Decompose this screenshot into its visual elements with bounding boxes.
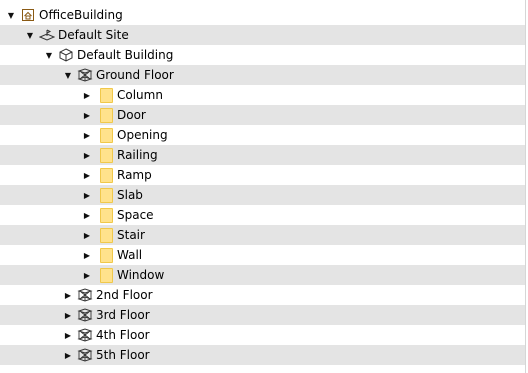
expand-toggle-icon[interactable]: ▶ (63, 325, 73, 345)
expand-toggle-icon[interactable]: ▼ (6, 5, 16, 25)
model-tree: ▼ OfficeBuilding ▼ Default Site ▼ Defaul… (0, 0, 526, 373)
tree-row-category[interactable]: ▶ Door (0, 105, 525, 125)
storey-icon (77, 67, 93, 83)
tree-label-category: Window (117, 268, 165, 282)
tree-label-ground-floor: Ground Floor (96, 68, 174, 82)
tree-label-floor: 5th Floor (96, 348, 150, 362)
site-icon (39, 27, 55, 43)
folder-icon (98, 226, 114, 244)
tree-row-floor[interactable]: ▶ 3rd Floor (0, 305, 525, 325)
tree-row-category[interactable]: ▶ Ramp (0, 165, 525, 185)
tree-row-site[interactable]: ▼ Default Site (0, 25, 525, 45)
tree-label-category: Opening (117, 128, 168, 142)
expand-toggle-icon[interactable]: ▶ (82, 85, 92, 105)
expand-toggle-icon[interactable]: ▶ (82, 205, 92, 225)
tree-label-floor: 4th Floor (96, 328, 150, 342)
tree-label-category: Space (117, 208, 154, 222)
tree-label-category: Wall (117, 248, 143, 262)
tree-label-floor: 2nd Floor (96, 288, 153, 302)
tree-label-category: Column (117, 88, 163, 102)
tree-row-category[interactable]: ▶ Slab (0, 185, 525, 205)
storey-icon (77, 347, 93, 363)
tree-row-floor[interactable]: ▶ 4th Floor (0, 325, 525, 345)
expand-toggle-icon[interactable]: ▶ (82, 125, 92, 145)
tree-row-category[interactable]: ▶ Railing (0, 145, 525, 165)
storey-icon (77, 327, 93, 343)
tree-label-floor: 3rd Floor (96, 308, 150, 322)
tree-label-root: OfficeBuilding (39, 8, 123, 22)
expand-toggle-icon[interactable]: ▶ (82, 245, 92, 265)
expand-toggle-icon[interactable]: ▶ (63, 305, 73, 325)
tree-row-category[interactable]: ▶ Window (0, 265, 525, 285)
tree-row-category[interactable]: ▶ Column (0, 85, 525, 105)
tree-label-building: Default Building (77, 48, 174, 62)
tree-row-root[interactable]: ▼ OfficeBuilding (0, 5, 525, 25)
tree-row-category[interactable]: ▶ Stair (0, 225, 525, 245)
expand-toggle-icon[interactable]: ▼ (25, 25, 35, 45)
folder-icon (98, 166, 114, 184)
folder-icon (98, 206, 114, 224)
tree-row-category[interactable]: ▶ Wall (0, 245, 525, 265)
tree-label-category: Door (117, 108, 146, 122)
tree-label-site: Default Site (58, 28, 129, 42)
folder-icon (98, 266, 114, 284)
tree-row-ground-floor[interactable]: ▼ Ground Floor (0, 65, 525, 85)
tree-row-floor[interactable]: ▶ 5th Floor (0, 345, 525, 365)
expand-toggle-icon[interactable]: ▶ (82, 265, 92, 285)
tree-label-category: Railing (117, 148, 158, 162)
folder-icon (98, 86, 114, 104)
folder-icon (98, 146, 114, 164)
folder-icon (98, 126, 114, 144)
tree-label-category: Slab (117, 188, 143, 202)
tree-row-building[interactable]: ▼ Default Building (0, 45, 525, 65)
expand-toggle-icon[interactable]: ▶ (82, 165, 92, 185)
expand-toggle-icon[interactable]: ▶ (82, 185, 92, 205)
folder-icon (98, 246, 114, 264)
tree-row-floor[interactable]: ▶ 2nd Floor (0, 285, 525, 305)
expand-toggle-icon[interactable]: ▼ (63, 65, 73, 85)
expand-toggle-icon[interactable]: ▼ (44, 45, 54, 65)
folder-icon (98, 106, 114, 124)
expand-toggle-icon[interactable]: ▶ (82, 225, 92, 245)
cube-icon (58, 47, 74, 63)
building-icon (20, 7, 36, 23)
tree-label-category: Ramp (117, 168, 152, 182)
expand-toggle-icon[interactable]: ▶ (63, 345, 73, 365)
expand-toggle-icon[interactable]: ▶ (63, 285, 73, 305)
folder-icon (98, 186, 114, 204)
storey-icon (77, 307, 93, 323)
tree-row-category[interactable]: ▶ Opening (0, 125, 525, 145)
expand-toggle-icon[interactable]: ▶ (82, 105, 92, 125)
storey-icon (77, 287, 93, 303)
tree-label-category: Stair (117, 228, 145, 242)
expand-toggle-icon[interactable]: ▶ (82, 145, 92, 165)
tree-row-category[interactable]: ▶ Space (0, 205, 525, 225)
